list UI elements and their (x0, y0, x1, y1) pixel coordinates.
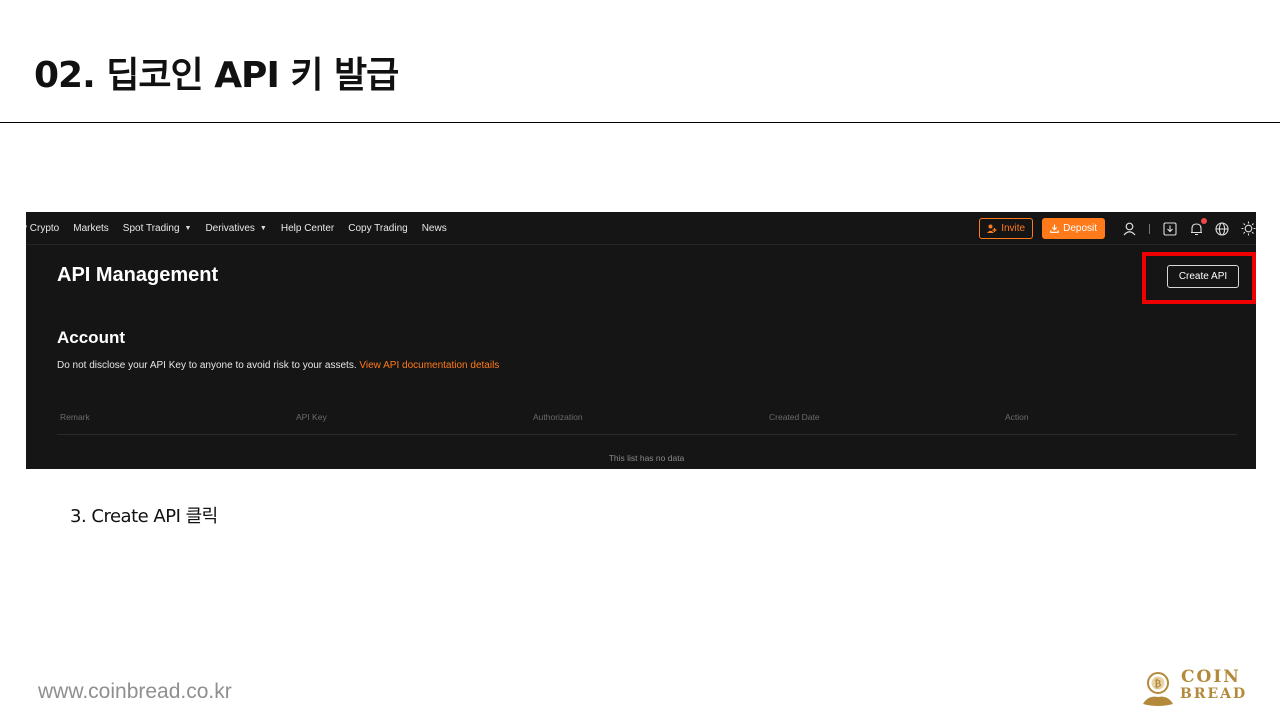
nav-item-help-center[interactable]: Help Center (281, 223, 334, 234)
nav-item-news[interactable]: News (422, 223, 447, 234)
highlight-box (1142, 252, 1256, 304)
chevron-down-icon: ▼ (184, 225, 192, 232)
column-action: Action (1005, 412, 1029, 422)
chevron-down-icon: ▼ (259, 225, 267, 232)
slide-title: 02. 딥코인 API 키 발급 (34, 55, 399, 96)
nav-menu: y Crypto Markets Spot Trading▼ Derivativ… (26, 212, 461, 245)
nav-separator (1149, 223, 1150, 234)
nav-item-spot-trading[interactable]: Spot Trading ▼ (123, 223, 192, 234)
empty-state: This list has no data (608, 453, 685, 463)
notice-text: Do not disclose your API Key to anyone t… (57, 360, 357, 371)
column-api-key: API Key (296, 412, 327, 422)
title-divider (0, 122, 1280, 123)
table-divider (57, 434, 1237, 435)
api-docs-link[interactable]: View API documentation details (359, 360, 499, 371)
deepcoin-screenshot: y Crypto Markets Spot Trading▼ Derivativ… (26, 212, 1256, 469)
nav-actions: Invite Deposit (979, 212, 1256, 245)
download-arrow-icon (1050, 224, 1059, 233)
invite-button[interactable]: Invite (979, 218, 1034, 239)
top-navigation: y Crypto Markets Spot Trading▼ Derivativ… (26, 212, 1256, 245)
security-notice: Do not disclose your API Key to anyone t… (57, 360, 499, 371)
nav-item-copy-trading[interactable]: Copy Trading (348, 223, 407, 234)
nav-item-buy-crypto[interactable]: y Crypto (26, 223, 59, 234)
coinbread-logo: ₿ COIN BREAD (1140, 668, 1248, 708)
notification-dot (1201, 217, 1207, 224)
page-title: API Management (57, 264, 219, 286)
deposit-button[interactable]: Deposit (1042, 218, 1105, 239)
column-authorization: Authorization (533, 412, 583, 422)
svg-text:₿: ₿ (1155, 678, 1162, 690)
section-title: Account (57, 328, 125, 347)
nav-item-derivatives[interactable]: Derivatives ▼ (205, 223, 266, 234)
coin-figure-icon: ₿ (1143, 672, 1173, 706)
nav-item-markets[interactable]: Markets (73, 223, 109, 234)
user-icon[interactable] (1121, 221, 1137, 237)
bell-icon[interactable] (1188, 217, 1207, 237)
logo-wordmark: COIN BREAD (1180, 667, 1248, 703)
theme-icon[interactable] (1240, 221, 1256, 237)
column-remark: Remark (60, 412, 90, 422)
globe-icon[interactable] (1214, 221, 1230, 237)
step-caption: 3. Create API 클릭 (70, 506, 218, 527)
invite-icon (987, 224, 997, 233)
column-created-date: Created Date (769, 412, 820, 422)
download-icon[interactable] (1162, 221, 1178, 237)
site-url: www.coinbread.co.kr (38, 680, 232, 703)
